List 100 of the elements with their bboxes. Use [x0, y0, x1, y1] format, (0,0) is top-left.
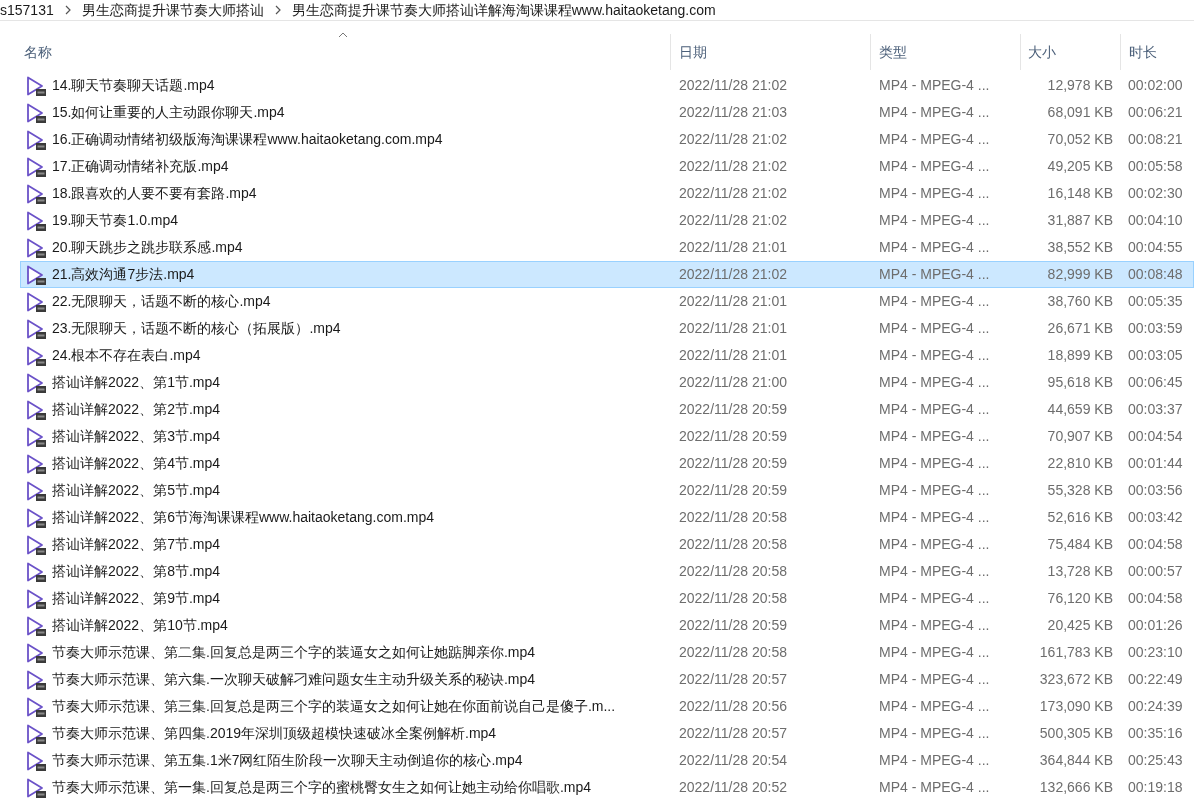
file-date: 2022/11/28 20:57 — [679, 671, 787, 687]
file-size: 20,425 KB — [1047, 617, 1113, 633]
file-name: 16.正确调动情绪初级版海淘课课程www.haitaoketang.com.mp4 — [52, 130, 443, 149]
file-size: 18,899 KB — [1047, 347, 1113, 363]
file-row[interactable]: 节奏大师示范课、第三集.回复总是两三个字的装逼女之如何让她在你面前说自己是傻子.m... 2022/11/28 20:56 MP4 - MPEG-4 ... 173,090 KB 00:24:39 — [20, 693, 1194, 720]
file-name: 搭讪详解2022、第4节.mp4 — [52, 454, 221, 473]
video-file-icon — [25, 371, 47, 394]
file-date: 2022/11/28 20:58 — [679, 509, 787, 525]
file-name: 23.无限聊天，话题不断的核心（拓展版）.mp4 — [52, 319, 341, 338]
file-size: 95,618 KB — [1047, 374, 1113, 390]
file-name: 搭讪详解2022、第7节.mp4 — [52, 535, 221, 554]
file-type: MP4 - MPEG-4 ... — [879, 644, 990, 660]
file-name: 搭讪详解2022、第1节.mp4 — [52, 373, 221, 392]
file-name: 节奏大师示范课、第六集.一次聊天破解刁难问题女生主动升级关系的秘诀.mp4 — [52, 670, 535, 689]
column-header[interactable]: 时长 — [1120, 34, 1194, 70]
file-name: 22.无限聊天，话题不断的核心.mp4 — [52, 292, 271, 311]
file-name: 节奏大师示范课、第一集.回复总是两三个字的蜜桃臀女生之如何让她主动给你唱歌.mp4 — [52, 778, 591, 797]
file-duration: 00:08:48 — [1128, 266, 1183, 282]
file-row[interactable]: 搭讪详解2022、第3节.mp4 2022/11/28 20:59 MP4 - MPEG-4 ... 70,907 KB 00:04:54 — [20, 423, 1194, 450]
file-size: 323,672 KB — [1039, 671, 1113, 687]
file-row[interactable]: 搭讪详解2022、第6节海淘课课程www.haitaoketang.com.mp4 2022/11/28 20:58 MP4 - MPEG-4 ... 52,616 KB 00:03:42 — [20, 504, 1194, 531]
breadcrumb-item[interactable]: s157131 — [0, 0, 54, 21]
file-row[interactable]: 18.跟喜欢的人要不要有套路.mp4 2022/11/28 21:02 MP4 - MPEG-4 ... 16,148 KB 00:02:30 — [20, 180, 1194, 207]
video-file-icon — [25, 344, 47, 367]
file-type: MP4 - MPEG-4 ... — [879, 482, 990, 498]
file-date: 2022/11/28 21:02 — [679, 77, 787, 93]
file-date: 2022/11/28 21:01 — [679, 293, 787, 309]
file-duration: 00:04:55 — [1128, 239, 1183, 255]
file-row[interactable]: 搭讪详解2022、第1节.mp4 2022/11/28 21:00 MP4 - MPEG-4 ... 95,618 KB 00:06:45 — [20, 369, 1194, 396]
file-date: 2022/11/28 20:58 — [679, 644, 787, 660]
breadcrumb-item[interactable]: 男生恋商提升课节奏大师搭讪 — [81, 0, 264, 21]
file-date: 2022/11/28 21:02 — [679, 266, 787, 282]
breadcrumb-item[interactable]: 男生恋商提升课节奏大师搭讪详解海淘课课程www.haitaoketang.com — [291, 0, 716, 21]
video-file-icon — [25, 506, 47, 529]
file-row[interactable]: 搭讪详解2022、第9节.mp4 2022/11/28 20:58 MP4 - MPEG-4 ... 76,120 KB 00:04:58 — [20, 585, 1194, 612]
file-type: MP4 - MPEG-4 ... — [879, 752, 990, 768]
file-duration: 00:06:21 — [1128, 104, 1183, 120]
file-row[interactable]: 14.聊天节奏聊天话题.mp4 2022/11/28 21:02 MP4 - MPEG-4 ... 12,978 KB 00:02:00 — [20, 72, 1194, 99]
column-header[interactable]: 大小 — [1020, 34, 1120, 70]
file-row[interactable]: 搭讪详解2022、第10节.mp4 2022/11/28 20:59 MP4 - MPEG-4 ... 20,425 KB 00:01:26 — [20, 612, 1194, 639]
file-size: 82,999 KB — [1047, 266, 1113, 282]
file-row[interactable]: 19.聊天节奏1.0.mp4 2022/11/28 21:02 MP4 - MPEG-4 ... 31,887 KB 00:04:10 — [20, 207, 1194, 234]
file-row[interactable]: 20.聊天跳步之跳步联系感.mp4 2022/11/28 21:01 MP4 - MPEG-4 ... 38,552 KB 00:04:55 — [20, 234, 1194, 261]
file-name: 搭讪详解2022、第5节.mp4 — [52, 481, 221, 500]
file-row[interactable]: 17.正确调动情绪补充版.mp4 2022/11/28 21:02 MP4 - MPEG-4 ... 49,205 KB 00:05:58 — [20, 153, 1194, 180]
file-duration: 00:23:10 — [1128, 644, 1183, 660]
file-date: 2022/11/28 20:52 — [679, 779, 787, 795]
file-row[interactable]: 21.高效沟通7步法.mp4 2022/11/28 21:02 MP4 - MPEG-4 ... 82,999 KB 00:08:48 — [20, 261, 1194, 288]
video-file-icon — [25, 695, 47, 718]
file-type: MP4 - MPEG-4 ... — [879, 725, 990, 741]
file-size: 132,666 KB — [1039, 779, 1113, 795]
file-date: 2022/11/28 20:57 — [679, 725, 787, 741]
file-date: 2022/11/28 21:02 — [679, 185, 787, 201]
chevron-right-icon[interactable] — [273, 5, 282, 15]
file-row[interactable]: 节奏大师示范课、第五集.1米7网红陌生阶段一次聊天主动倒追你的核心.mp4 2022/11/28 20:54 MP4 - MPEG-4 ... 364,844 KB 00:25:43 — [20, 747, 1194, 774]
file-size: 38,552 KB — [1047, 239, 1113, 255]
file-size: 44,659 KB — [1047, 401, 1113, 417]
file-name: 节奏大师示范课、第三集.回复总是两三个字的装逼女之如何让她在你面前说自己是傻子.m... — [52, 697, 616, 716]
video-file-icon — [25, 722, 47, 745]
file-size: 76,120 KB — [1047, 590, 1113, 606]
file-row[interactable]: 22.无限聊天，话题不断的核心.mp4 2022/11/28 21:01 MP4 - MPEG-4 ... 38,760 KB 00:05:35 — [20, 288, 1194, 315]
file-date: 2022/11/28 20:59 — [679, 617, 787, 633]
file-name: 搭讪详解2022、第3节.mp4 — [52, 427, 221, 446]
file-duration: 00:03:42 — [1128, 509, 1183, 525]
file-row[interactable]: 节奏大师示范课、第六集.一次聊天破解刁难问题女生主动升级关系的秘诀.mp4 2022/11/28 20:57 MP4 - MPEG-4 ... 323,672 KB 00:22:49 — [20, 666, 1194, 693]
file-row[interactable]: 搭讪详解2022、第5节.mp4 2022/11/28 20:59 MP4 - MPEG-4 ... 55,328 KB 00:03:56 — [20, 477, 1194, 504]
file-type: MP4 - MPEG-4 ... — [879, 563, 990, 579]
file-size: 49,205 KB — [1047, 158, 1113, 174]
file-name: 19.聊天节奏1.0.mp4 — [52, 211, 179, 230]
file-name: 17.正确调动情绪补充版.mp4 — [52, 157, 229, 176]
video-file-icon — [25, 668, 47, 691]
file-type: MP4 - MPEG-4 ... — [879, 590, 990, 606]
file-size: 161,783 KB — [1039, 644, 1113, 660]
column-header[interactable]: 类型 — [870, 34, 1020, 70]
file-row[interactable]: 节奏大师示范课、第二集.回复总是两三个字的装逼女之如何让她踮脚亲你.mp4 2022/11/28 20:58 MP4 - MPEG-4 ... 161,783 KB 00:23:10 — [20, 639, 1194, 666]
file-date: 2022/11/28 20:59 — [679, 455, 787, 471]
file-duration: 00:25:43 — [1128, 752, 1183, 768]
video-file-icon — [25, 101, 47, 124]
file-row[interactable]: 搭讪详解2022、第2节.mp4 2022/11/28 20:59 MP4 - MPEG-4 ... 44,659 KB 00:03:37 — [20, 396, 1194, 423]
file-row[interactable]: 16.正确调动情绪初级版海淘课课程www.haitaoketang.com.mp4 2022/11/28 21:02 MP4 - MPEG-4 ... 70,052 KB 00:08:21 — [20, 126, 1194, 153]
file-row[interactable]: 24.根本不存在表白.mp4 2022/11/28 21:01 MP4 - MPEG-4 ... 18,899 KB 00:03:05 — [20, 342, 1194, 369]
file-duration: 00:04:58 — [1128, 536, 1183, 552]
file-row[interactable]: 搭讪详解2022、第4节.mp4 2022/11/28 20:59 MP4 - MPEG-4 ... 22,810 KB 00:01:44 — [20, 450, 1194, 477]
file-name: 节奏大师示范课、第四集.2019年深圳顶级超模快速破冰全案例解析.mp4 — [52, 724, 497, 743]
column-header[interactable]: 日期 — [670, 34, 870, 70]
file-size: 22,810 KB — [1047, 455, 1113, 471]
chevron-right-icon[interactable] — [63, 5, 72, 15]
column-header[interactable]: 名称 — [0, 34, 670, 70]
file-name: 搭讪详解2022、第2节.mp4 — [52, 400, 221, 419]
file-row[interactable]: 搭讪详解2022、第8节.mp4 2022/11/28 20:58 MP4 - MPEG-4 ... 13,728 KB 00:00:57 — [20, 558, 1194, 585]
file-date: 2022/11/28 20:54 — [679, 752, 787, 768]
file-row[interactable]: 搭讪详解2022、第7节.mp4 2022/11/28 20:58 MP4 - MPEG-4 ... 75,484 KB 00:04:58 — [20, 531, 1194, 558]
file-type: MP4 - MPEG-4 ... — [879, 401, 990, 417]
file-type: MP4 - MPEG-4 ... — [879, 212, 990, 228]
file-row[interactable]: 15.如何让重要的人主动跟你聊天.mp4 2022/11/28 21:03 MP4 - MPEG-4 ... 68,091 KB 00:06:21 — [20, 99, 1194, 126]
file-row[interactable]: 节奏大师示范课、第四集.2019年深圳顶级超模快速破冰全案例解析.mp4 2022/11/28 20:57 MP4 - MPEG-4 ... 500,305 KB 00:35:16 — [20, 720, 1194, 747]
file-size: 52,616 KB — [1047, 509, 1113, 525]
file-row[interactable]: 节奏大师示范课、第一集.回复总是两三个字的蜜桃臀女生之如何让她主动给你唱歌.mp4 2022/11/28 20:52 MP4 - MPEG-4 ... 132,666 KB 00:19:18 — [20, 774, 1194, 801]
file-duration: 00:04:58 — [1128, 590, 1183, 606]
file-row[interactable]: 23.无限聊天，话题不断的核心（拓展版）.mp4 2022/11/28 21:01 MP4 - MPEG-4 ... 26,671 KB 00:03:59 — [20, 315, 1194, 342]
